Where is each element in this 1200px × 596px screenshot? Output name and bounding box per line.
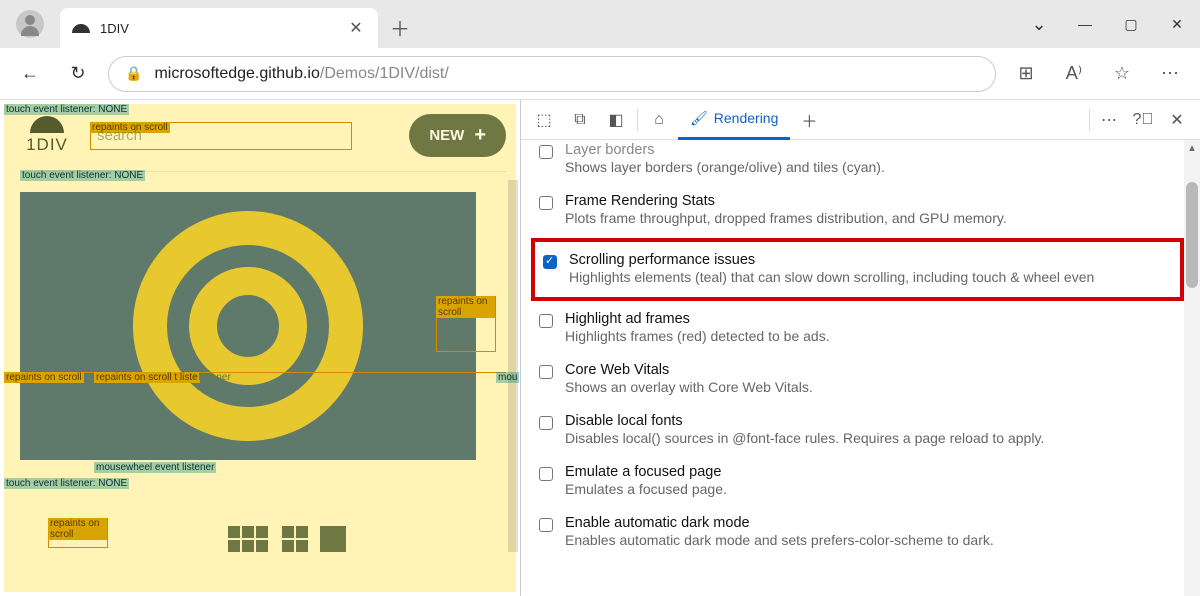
diag-repaint-label: repaints on scroll <box>4 372 84 383</box>
checkbox[interactable] <box>539 467 553 481</box>
address-bar: ← ↻ 🔒 microsoftedge.github.io/Demos/1DIV… <box>0 48 1200 100</box>
url-text: microsoftedge.github.io/Demos/1DIV/dist/ <box>154 65 448 83</box>
close-devtools-icon[interactable]: ✕ <box>1160 103 1194 137</box>
help-icon[interactable]: ?⃝ <box>1126 103 1160 137</box>
lock-icon: 🔒 <box>125 65 142 82</box>
diag-repaint-box: repaints on scroll <box>48 518 108 548</box>
plus-icon: + <box>474 124 486 147</box>
app-logo: 1DIV <box>14 116 80 155</box>
option-highlight-ad-frames[interactable]: Highlight ad framesHighlights frames (re… <box>521 303 1200 354</box>
url-input[interactable]: 🔒 microsoftedge.github.io/Demos/1DIV/dis… <box>108 56 996 92</box>
welcome-tab-icon[interactable]: ⌂ <box>642 103 676 137</box>
diag-mousewheel-label: mousewheel event listener <box>94 462 216 473</box>
stage-scrollbar[interactable] <box>508 180 518 552</box>
new-tab-button[interactable]: ＋ <box>384 13 416 42</box>
option-layer-borders[interactable]: Layer bordersShows layer borders (orange… <box>521 140 1200 185</box>
browser-tab[interactable]: 1DIV ✕ <box>60 8 378 48</box>
option-core-web-vitals[interactable]: Core Web VitalsShows an overlay with Cor… <box>521 354 1200 405</box>
window-maximize-button[interactable]: ▢ <box>1108 8 1154 40</box>
refresh-button[interactable]: ↻ <box>60 56 96 92</box>
diag-repaint-box: repaints on scroll <box>436 296 496 352</box>
option-scrolling-performance-issues[interactable]: Scrolling performance issuesHighlights e… <box>535 244 1180 295</box>
tab-title: 1DIV <box>100 21 336 36</box>
rendering-options-list: ▴ Layer bordersShows layer borders (oran… <box>521 140 1200 596</box>
checkbox[interactable] <box>543 255 557 269</box>
close-tab-icon[interactable]: ✕ <box>346 18 366 38</box>
scroll-up-arrow-icon[interactable]: ▴ <box>1184 140 1200 156</box>
option-emulate-focused-page[interactable]: Emulate a focused pageEmulates a focused… <box>521 456 1200 507</box>
tab-favicon <box>72 24 90 33</box>
option-frame-rendering-stats[interactable]: Frame Rendering StatsPlots frame through… <box>521 185 1200 236</box>
annotation-highlight: Scrolling performance issuesHighlights e… <box>531 238 1184 301</box>
app-install-icon[interactable]: ⊞ <box>1008 56 1044 92</box>
single-view-icon[interactable] <box>320 526 346 552</box>
option-disable-local-fonts[interactable]: Disable local fontsDisables local() sour… <box>521 405 1200 456</box>
new-button[interactable]: NEW+ <box>409 114 506 157</box>
search-input[interactable]: repaints on scroll search <box>90 122 352 150</box>
demo-stage <box>20 192 476 460</box>
diag-touch-label: touch event listener: NONE <box>4 478 129 489</box>
checkbox[interactable] <box>539 196 553 210</box>
scrollbar-thumb[interactable] <box>1186 182 1198 288</box>
checkbox[interactable] <box>539 314 553 328</box>
brush-icon: 🖌 <box>690 110 708 127</box>
diag-touch-label: touch event listener: NONE <box>4 104 129 115</box>
checkbox[interactable] <box>539 145 553 159</box>
favorite-icon[interactable]: ☆ <box>1104 56 1140 92</box>
columns-view-icon[interactable] <box>282 526 308 552</box>
page-viewport: touch event listener: NONE 1DIV repaints… <box>0 100 520 596</box>
more-tools-icon[interactable]: ⋯ <box>1092 103 1126 137</box>
grid-view-icon[interactable] <box>228 526 268 552</box>
profile-avatar[interactable] <box>16 10 44 38</box>
back-button[interactable]: ← <box>12 56 48 92</box>
tab-actions-chevron-icon[interactable]: ⌄ <box>1016 8 1062 40</box>
read-aloud-icon[interactable]: A⁾ <box>1056 56 1092 92</box>
inspect-icon[interactable]: ⬚ <box>527 103 561 137</box>
diag-touch-label: touch event listener: NONE <box>20 170 145 181</box>
devtools-panel: ⬚ ⧉ ◧ ⌂ 🖌 Rendering ＋ ⋯ ?⃝ ✕ ▴ Laye <box>520 100 1200 596</box>
window-titlebar: 1DIV ✕ ＋ ⌄ — ▢ ✕ <box>0 0 1200 48</box>
checkbox[interactable] <box>539 416 553 430</box>
tab-rendering[interactable]: 🖌 Rendering <box>678 100 790 140</box>
diag-repaint-label: repaints on scroll t liste <box>94 372 200 383</box>
add-tab-button[interactable]: ＋ <box>792 103 826 137</box>
devtools-tabbar: ⬚ ⧉ ◧ ⌂ 🖌 Rendering ＋ ⋯ ?⃝ ✕ <box>521 100 1200 140</box>
settings-menu-button[interactable]: ⋯ <box>1152 56 1188 92</box>
device-toggle-icon[interactable]: ⧉ <box>563 103 597 137</box>
window-close-button[interactable]: ✕ <box>1154 8 1200 40</box>
option-enable-automatic-dark-mode[interactable]: Enable automatic dark modeEnables automa… <box>521 507 1200 558</box>
checkbox[interactable] <box>539 365 553 379</box>
dock-icon[interactable]: ◧ <box>599 103 633 137</box>
window-minimize-button[interactable]: — <box>1062 8 1108 40</box>
checkbox[interactable] <box>539 518 553 532</box>
